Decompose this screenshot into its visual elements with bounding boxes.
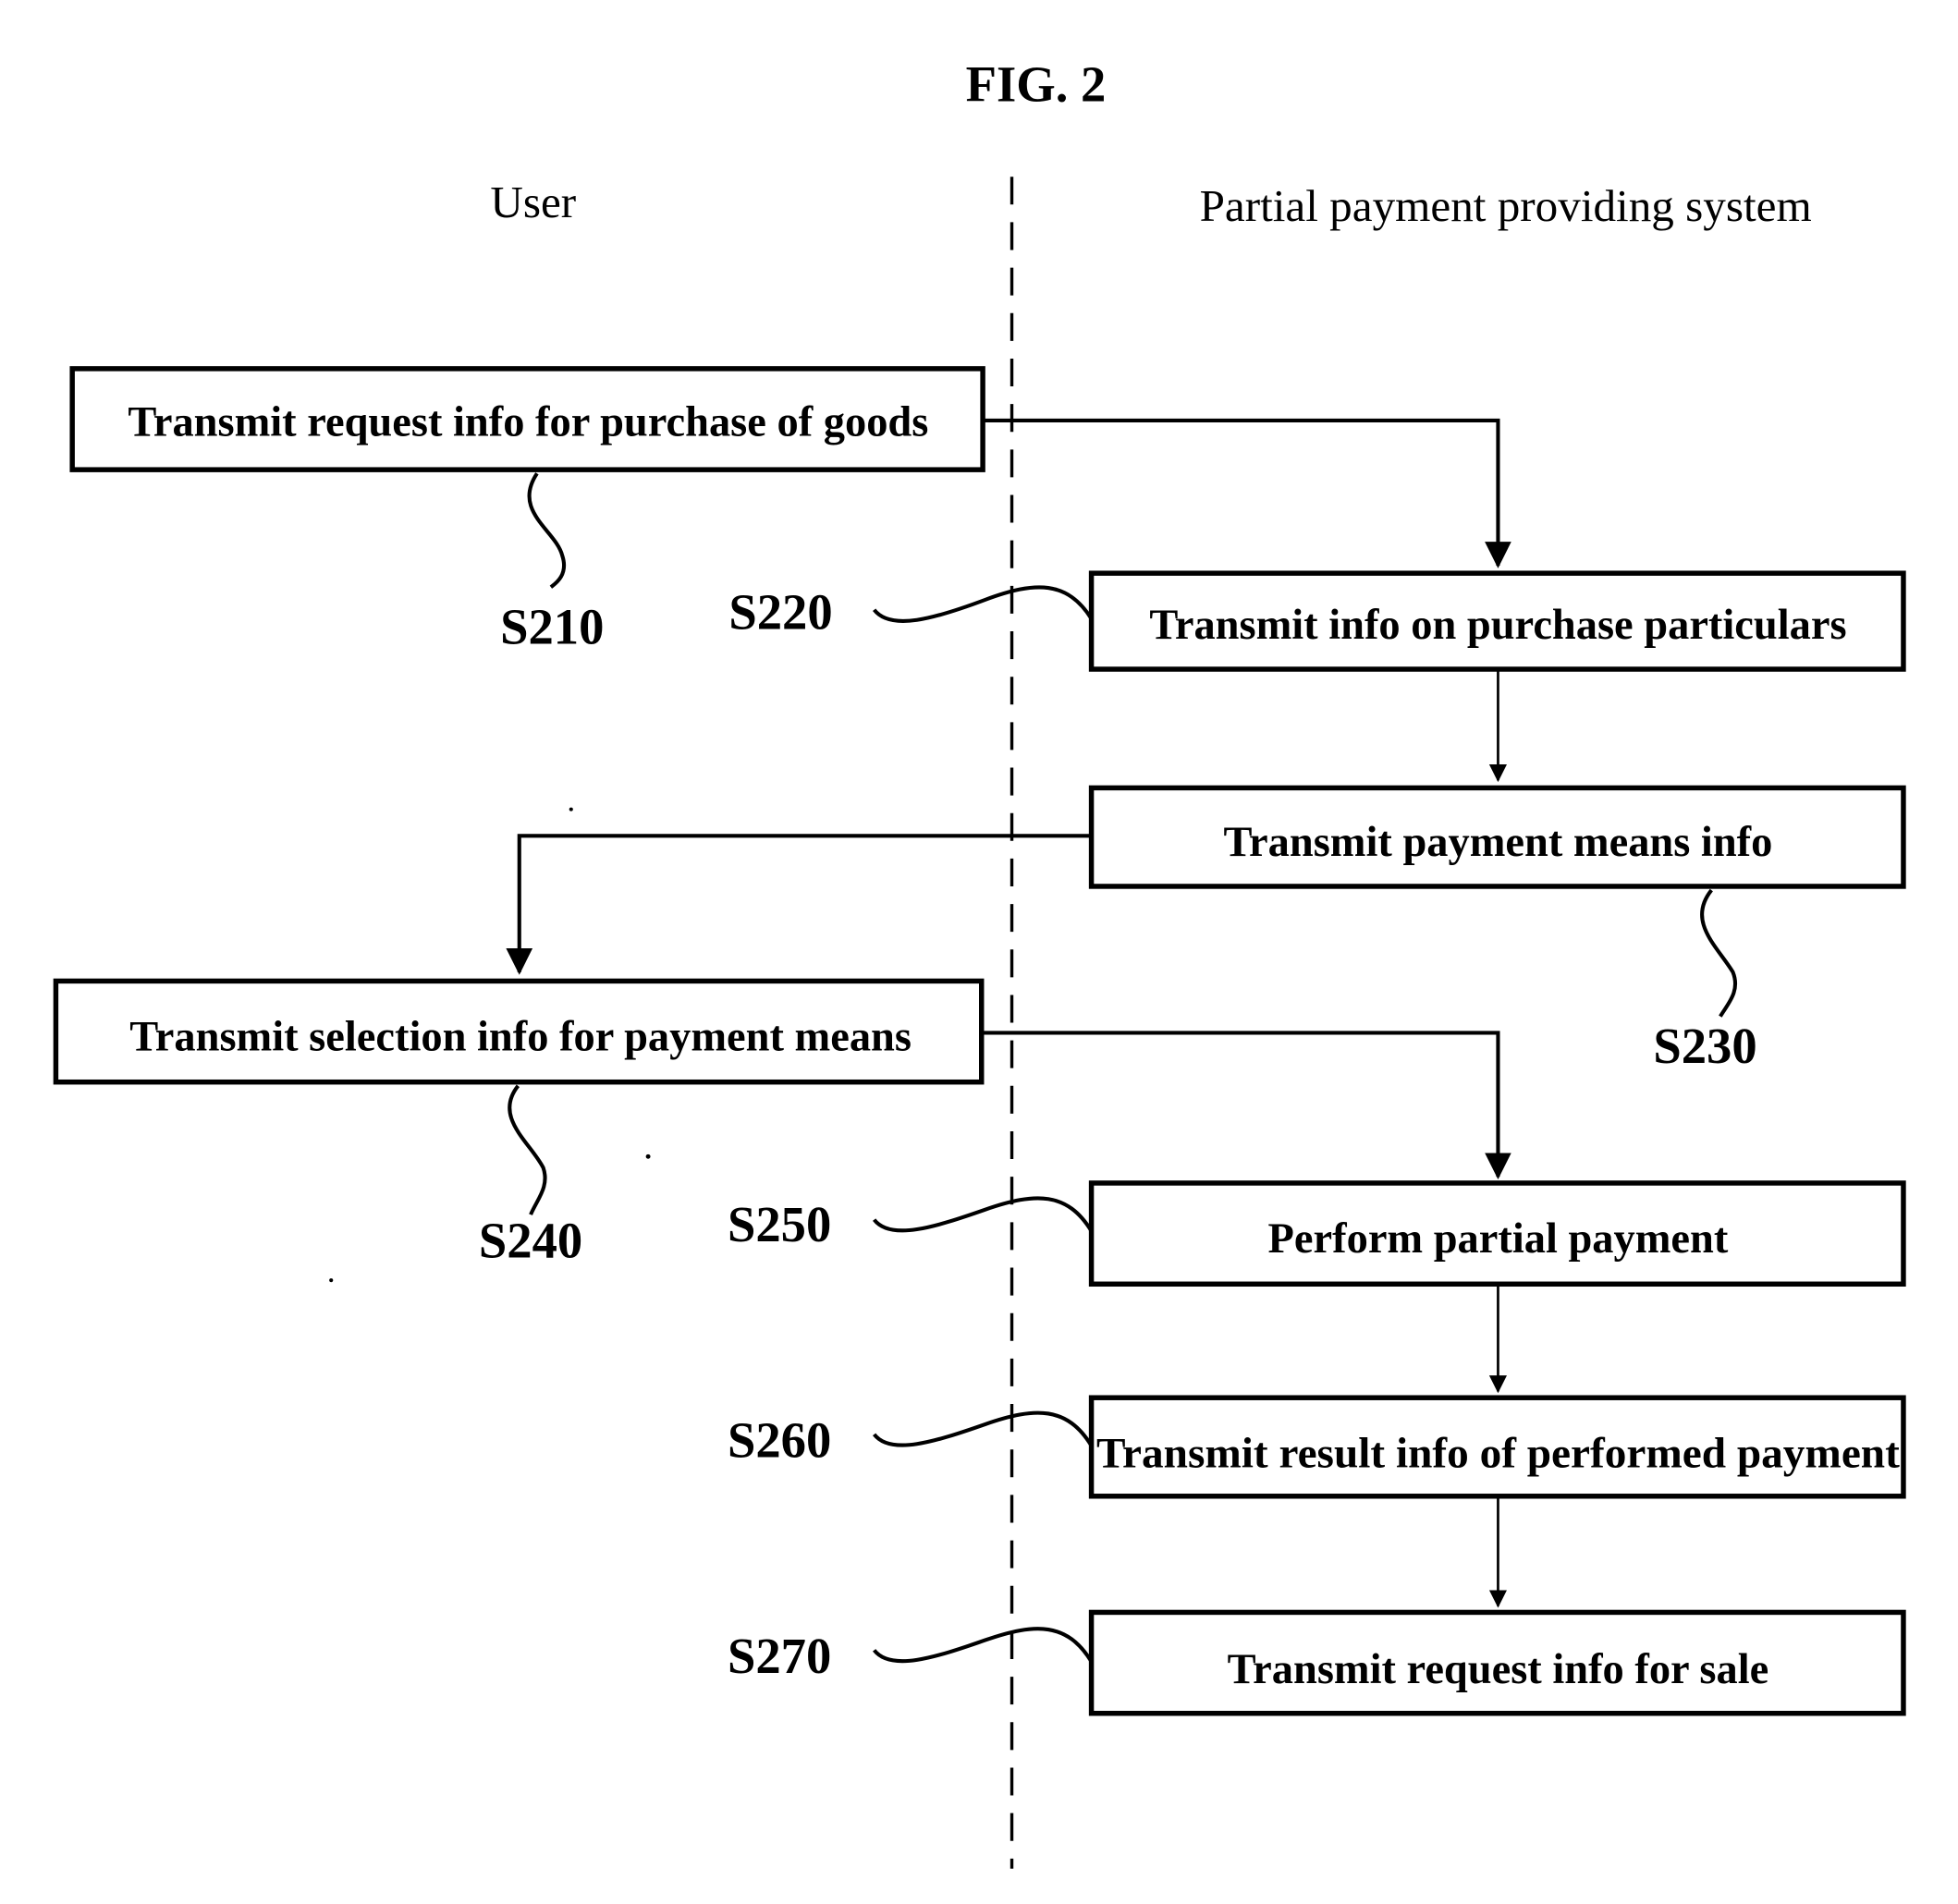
step-box-s230: Transmit payment means info bbox=[1088, 785, 1906, 889]
step-label-s220: Transmit info on purchase particulars bbox=[1149, 602, 1846, 649]
scan-speck bbox=[329, 1278, 334, 1283]
leader-s220 bbox=[872, 585, 1094, 623]
scan-speck bbox=[645, 1153, 651, 1159]
step-label-s270: Transmit request info for sale bbox=[1228, 1646, 1769, 1693]
step-id-s240: S240 bbox=[479, 1213, 582, 1269]
lane-header-system: Partial payment providing system bbox=[1200, 180, 1812, 231]
step-label-s260: Transmit result info of performed paymen… bbox=[1096, 1430, 1900, 1477]
step-box-s250: Perform partial payment bbox=[1088, 1180, 1906, 1288]
connector-s230-s240 bbox=[506, 834, 1092, 975]
step-label-s250: Perform partial payment bbox=[1268, 1215, 1729, 1263]
figure-title: FIG. 2 bbox=[966, 55, 1107, 112]
leader-s210 bbox=[527, 472, 566, 589]
step-box-s210: Transmit request info for purchase of go… bbox=[69, 366, 985, 472]
lane-header-user: User bbox=[490, 177, 576, 227]
step-box-s260: Transmit result info of performed paymen… bbox=[1088, 1395, 1906, 1499]
step-id-s210: S210 bbox=[500, 599, 604, 655]
step-id-s270: S270 bbox=[728, 1628, 831, 1684]
leader-s240 bbox=[508, 1084, 547, 1215]
scan-speck bbox=[569, 807, 573, 812]
step-id-s250: S250 bbox=[728, 1196, 831, 1252]
step-box-s220: Transmit info on purchase particulars bbox=[1088, 570, 1906, 672]
step-id-s220: S220 bbox=[728, 583, 832, 640]
leader-s270 bbox=[872, 1627, 1094, 1664]
step-box-s270: Transmit request info for sale bbox=[1088, 1609, 1906, 1716]
step-label-s230: Transmit payment means info bbox=[1224, 819, 1773, 866]
leader-s230 bbox=[1700, 888, 1738, 1018]
step-box-s240: Transmit selection info for payment mean… bbox=[53, 978, 985, 1085]
step-label-s240: Transmit selection info for payment mean… bbox=[129, 1014, 912, 1061]
step-id-s260: S260 bbox=[728, 1411, 831, 1468]
leader-s260 bbox=[872, 1410, 1094, 1447]
connector-s240-s250 bbox=[981, 1031, 1511, 1180]
step-id-s230: S230 bbox=[1653, 1018, 1756, 1074]
flow-diagram: FIG. 2 User Partial payment providing sy… bbox=[53, 55, 1906, 1869]
step-label-s210: Transmit request info for purchase of go… bbox=[128, 398, 928, 445]
leader-s250 bbox=[872, 1196, 1094, 1233]
connector-s210-s220 bbox=[983, 418, 1511, 568]
